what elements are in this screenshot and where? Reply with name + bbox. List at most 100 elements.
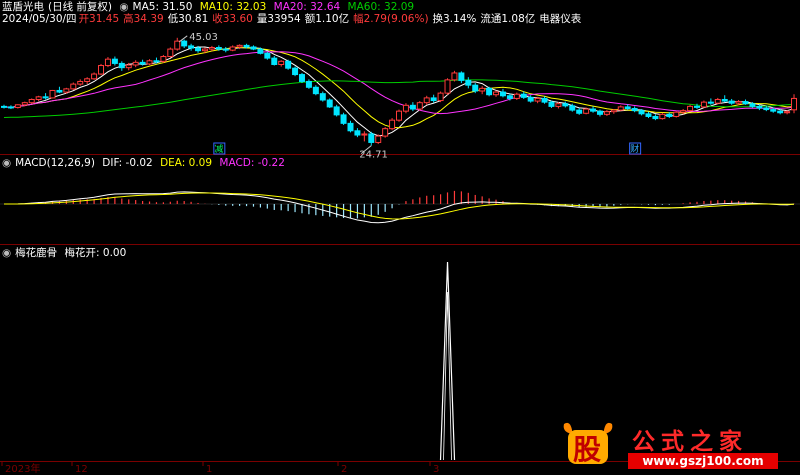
dif-label: DIF: -0.02 bbox=[102, 157, 153, 169]
candle-body bbox=[590, 108, 597, 112]
chart-root: 45.03 24.71 减财 2023年 12 1 2 3 蓝盾光电 (日线 前复权) ◉ MA5… bbox=[0, 0, 800, 475]
candle-body bbox=[569, 105, 576, 111]
candle-body bbox=[444, 79, 451, 94]
candle-body bbox=[714, 98, 721, 104]
turnover-label: 换3.14% bbox=[432, 13, 477, 25]
candle-body bbox=[541, 97, 548, 103]
candle-body bbox=[7, 106, 14, 109]
candle-body bbox=[513, 93, 520, 99]
candle-body bbox=[21, 102, 28, 106]
candle-body bbox=[673, 111, 680, 117]
candle-body bbox=[680, 110, 687, 113]
candle-body bbox=[28, 98, 35, 104]
candle-body bbox=[451, 72, 458, 81]
watermark-url: www.gszj100.com bbox=[628, 453, 778, 469]
candle-body bbox=[167, 48, 174, 58]
candle-body bbox=[603, 111, 610, 115]
candle-body bbox=[35, 96, 42, 100]
candle-body bbox=[271, 57, 278, 65]
candle-body bbox=[340, 114, 347, 124]
candle-body bbox=[312, 86, 319, 95]
candle-body bbox=[756, 105, 763, 109]
candle-body bbox=[423, 97, 430, 104]
ma5-label: MA5: 31.50 bbox=[132, 1, 193, 13]
indicator-spike bbox=[439, 261, 456, 461]
candle-body bbox=[735, 101, 742, 104]
candle-body bbox=[264, 52, 271, 59]
candle-body bbox=[555, 103, 562, 107]
candle-body bbox=[160, 56, 167, 62]
candle-body bbox=[707, 101, 714, 104]
candle-body bbox=[98, 65, 105, 75]
candle-body bbox=[548, 101, 555, 107]
candle-body bbox=[195, 47, 202, 52]
candle-body bbox=[347, 122, 354, 132]
amount-label: 额1.10亿 bbox=[304, 13, 350, 25]
volume-label: 量33954 bbox=[256, 13, 301, 25]
watermark-title: 公式之家 bbox=[632, 429, 748, 455]
date-label: 2024/05/30/四 bbox=[2, 13, 77, 25]
ind-settings-icon[interactable]: ◉ bbox=[2, 247, 11, 259]
candle-body bbox=[104, 58, 111, 67]
candle-body bbox=[91, 73, 98, 80]
low-label: 低30.81 bbox=[167, 13, 209, 25]
candle-body bbox=[437, 92, 444, 102]
candle-body bbox=[728, 100, 735, 104]
high-label: 高34.39 bbox=[123, 13, 164, 25]
candle-body bbox=[520, 93, 527, 98]
event-marker-cai: 财 bbox=[630, 143, 639, 155]
candle-body bbox=[777, 110, 784, 114]
time-tick-label: 2 bbox=[341, 464, 347, 475]
candle-body bbox=[305, 80, 312, 88]
industry-label: 电器仪表 bbox=[539, 13, 582, 25]
candle-body bbox=[77, 80, 84, 85]
candle-body bbox=[139, 61, 146, 65]
candle-body bbox=[770, 109, 777, 112]
float-cap-label: 流通1.08亿 bbox=[480, 13, 536, 25]
candle-body bbox=[181, 40, 188, 47]
macd-title: MACD(12,26,9) bbox=[15, 157, 95, 169]
candle-body bbox=[236, 44, 243, 48]
min-annotation-label: 24.71 bbox=[359, 150, 388, 161]
candle-body bbox=[791, 97, 798, 111]
candle-body bbox=[222, 48, 229, 51]
indicator-value: 梅花开: 0.00 bbox=[64, 247, 127, 259]
time-tick-label: 2023年 bbox=[5, 462, 40, 475]
candle-body bbox=[721, 98, 728, 102]
dea-label: DEA: 0.09 bbox=[160, 157, 213, 169]
candle-body bbox=[749, 103, 756, 107]
candle-body bbox=[416, 102, 423, 110]
change-label: 幅2.79(9.06%) bbox=[353, 13, 429, 25]
candle-body bbox=[742, 101, 749, 105]
candle-body bbox=[465, 79, 472, 86]
macd-value-label: MACD: -0.22 bbox=[219, 157, 285, 169]
candle-body bbox=[14, 104, 21, 108]
ma60-label: MA60: 32.09 bbox=[347, 1, 415, 13]
candle-body bbox=[298, 74, 305, 82]
candle-body bbox=[596, 110, 603, 115]
open-label: 开31.45 bbox=[78, 13, 120, 25]
time-tick-label: 12 bbox=[75, 464, 88, 475]
candle-body bbox=[188, 45, 195, 49]
candle-body bbox=[208, 47, 215, 50]
candle-body bbox=[687, 105, 694, 112]
candle-body bbox=[63, 88, 70, 93]
candle-body bbox=[402, 104, 409, 112]
indicator-spike-inner bbox=[443, 291, 452, 461]
candle-body bbox=[472, 84, 479, 92]
dea-line bbox=[4, 192, 794, 220]
indicator-header: ◉ 梅花鹿骨 梅花开: 0.00 bbox=[2, 247, 130, 260]
candle-body bbox=[118, 62, 125, 69]
candle-body bbox=[382, 128, 389, 137]
chart-canvas: 45.0324.71减 财2023年 12 1 2 3 bbox=[0, 32, 800, 475]
candle-body bbox=[562, 103, 569, 107]
candle-body bbox=[493, 91, 500, 96]
time-tick-label: 3 bbox=[433, 464, 439, 475]
candle-body bbox=[257, 48, 264, 54]
candle-body bbox=[652, 115, 659, 120]
candle-body bbox=[479, 87, 486, 92]
ma5-line bbox=[3, 46, 795, 137]
macd-settings-icon[interactable]: ◉ bbox=[2, 157, 11, 169]
candle-body bbox=[354, 130, 361, 136]
settings-icon[interactable]: ◉ bbox=[119, 1, 128, 13]
